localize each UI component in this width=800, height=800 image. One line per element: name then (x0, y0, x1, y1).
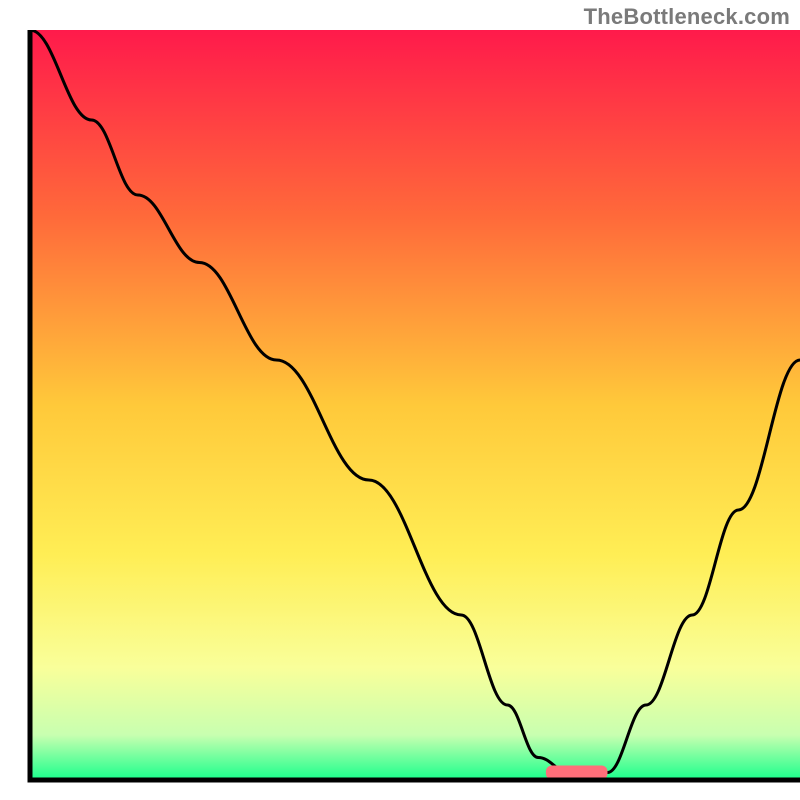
plot-background (30, 30, 800, 780)
chart-frame: TheBottleneck.com (0, 0, 800, 800)
watermark-text: TheBottleneck.com (584, 4, 790, 30)
bottleneck-chart (0, 0, 800, 800)
optimal-range-marker (546, 766, 608, 780)
